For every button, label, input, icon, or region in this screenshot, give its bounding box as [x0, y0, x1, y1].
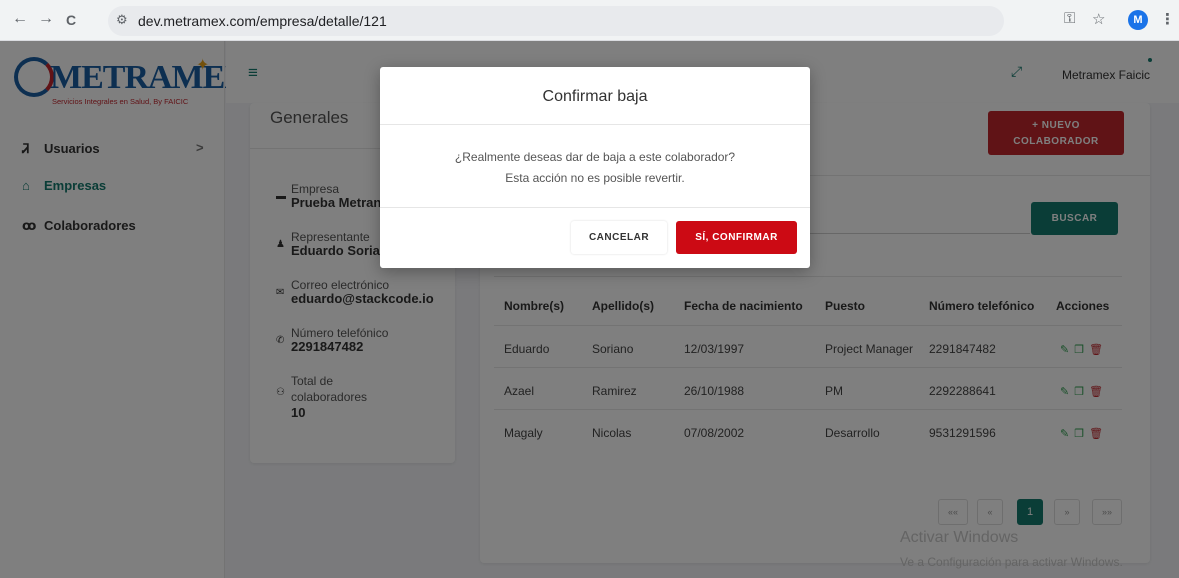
password-key-icon[interactable]: ⚿ [1064, 10, 1075, 27]
dialog-message: ¿Realmente deseas dar de baja a este col… [454, 150, 736, 164]
site-settings-icon[interactable]: ⚙ [116, 12, 128, 28]
forward-icon[interactable]: → [38, 10, 54, 28]
dialog-title: Confirmar baja [542, 88, 648, 105]
cancel-button[interactable]: CANCELAR [571, 221, 667, 254]
browser-toolbar: ← → C ⚙ dev.metramex.com/empresa/detalle… [0, 0, 1179, 41]
divider [380, 207, 810, 208]
back-icon[interactable]: ← [12, 10, 28, 28]
divider [380, 124, 810, 125]
profile-avatar[interactable]: M [1128, 10, 1148, 30]
browser-menu-icon[interactable]: ⋮ [1160, 10, 1175, 28]
reload-icon[interactable]: C [66, 12, 76, 28]
url-text[interactable]: dev.metramex.com/empresa/detalle/121 [138, 13, 387, 29]
bookmark-star-icon[interactable]: ☆ [1092, 10, 1105, 28]
confirm-dialog: Confirmar baja ¿Realmente deseas dar de … [380, 67, 810, 268]
address-bar[interactable]: ⚙ dev.metramex.com/empresa/detalle/121 [108, 6, 1004, 36]
dialog-warning: Esta acción no es posible revertir. [505, 171, 685, 185]
confirm-button[interactable]: SÍ, CONFIRMAR [676, 221, 797, 254]
